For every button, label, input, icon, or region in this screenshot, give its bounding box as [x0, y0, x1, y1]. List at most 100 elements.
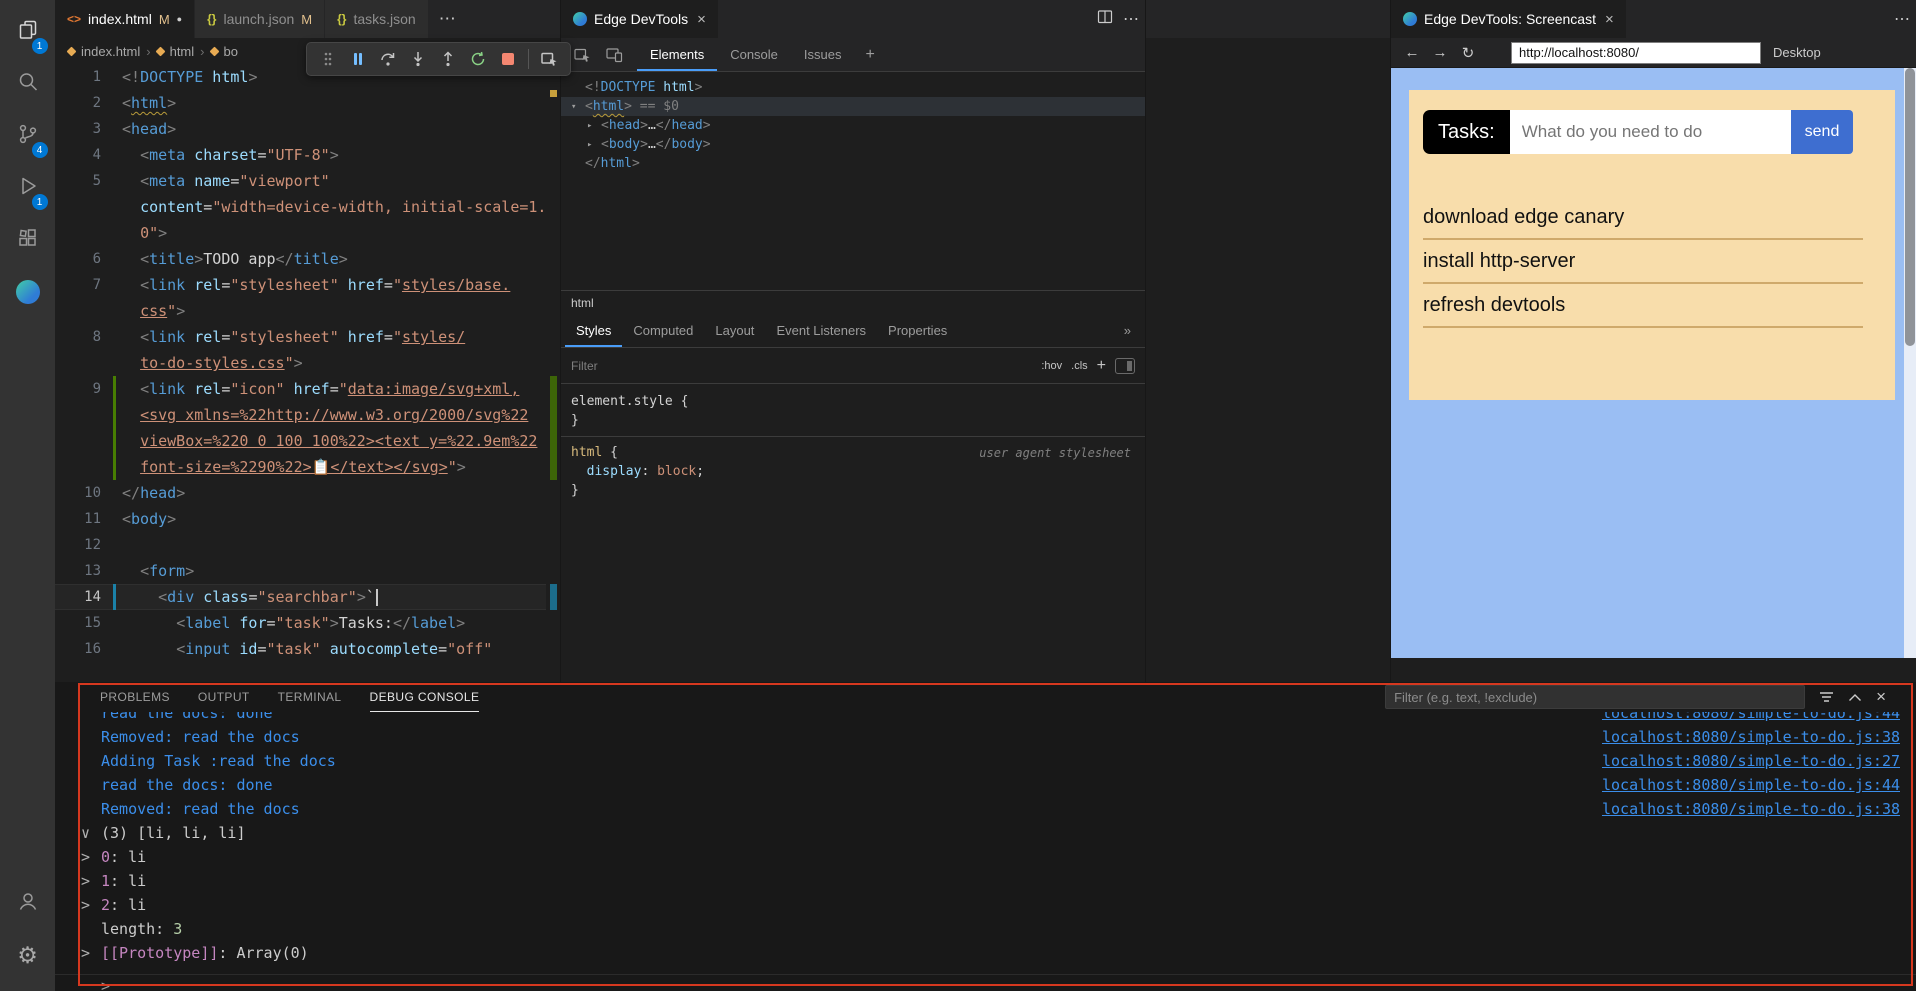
console-filter-input[interactable] [1385, 685, 1805, 709]
scrollbar-thumb[interactable] [1905, 68, 1915, 346]
drag-handle[interactable] [314, 45, 342, 73]
tab-styles[interactable]: Styles [565, 314, 622, 347]
code-editor[interactable]: 1<!DOCTYPE html>2<html>3<head>4 <meta ch… [55, 64, 546, 682]
inspect-element-icon[interactable] [567, 38, 597, 71]
style-rule-row[interactable]: display: block; [571, 462, 1135, 481]
step-into-button[interactable] [404, 45, 432, 73]
expand-arrow-icon[interactable]: ▸ [587, 117, 592, 136]
tab-output[interactable]: OUTPUT [198, 682, 250, 712]
todo-item[interactable]: install http-server [1423, 240, 1863, 284]
console-input-row[interactable]: > [55, 974, 1916, 991]
dirty-indicator[interactable]: ● [177, 14, 182, 24]
tab-debug-console[interactable]: DEBUG CONSOLE [370, 682, 480, 712]
tab-computed[interactable]: Computed [622, 314, 704, 347]
breadcrumb-file[interactable]: index.html [81, 44, 140, 59]
dom-tree[interactable]: <!DOCTYPE html>▾<html> == $0▸<head>…</he… [561, 72, 1145, 290]
send-button[interactable]: send [1791, 110, 1853, 154]
new-style-rule-icon[interactable]: + [1097, 357, 1106, 375]
tab-terminal[interactable]: TERMINAL [278, 682, 342, 712]
add-tool-icon[interactable]: + [854, 38, 885, 71]
overview-ruler[interactable] [546, 64, 560, 682]
devtools-tab-console[interactable]: Console [717, 38, 791, 71]
tab-layout[interactable]: Layout [704, 314, 765, 347]
forward-icon[interactable]: → [1431, 44, 1449, 61]
dom-tree-row[interactable]: ▸<body>…</body> [561, 135, 1145, 154]
devtools-tab-issues[interactable]: Issues [791, 38, 855, 71]
stop-button[interactable] [494, 45, 522, 73]
activity-source-control[interactable]: 4 [4, 110, 52, 162]
todo-item[interactable]: download edge canary [1423, 196, 1863, 240]
scrollbar[interactable] [1904, 68, 1916, 658]
todo-item[interactable]: refresh devtools [1423, 284, 1863, 328]
toggle-class-button[interactable]: .cls [1071, 360, 1088, 372]
tab-properties[interactable]: Properties [877, 314, 958, 347]
restart-button[interactable] [464, 45, 492, 73]
device-emulation-icon[interactable] [599, 38, 629, 71]
tab-problems[interactable]: PROBLEMS [100, 682, 170, 712]
split-editor-icon[interactable] [1097, 9, 1113, 30]
more-tabs-icon[interactable]: ⋯ [429, 9, 466, 29]
filter-options-icon[interactable] [1819, 691, 1834, 703]
task-input[interactable] [1510, 110, 1791, 154]
console-source-link[interactable]: localhost:8080/simple-to-do.js:38 [1602, 797, 1900, 821]
console-expand-chevron[interactable]: ∨ [81, 821, 90, 845]
step-over-button[interactable] [374, 45, 402, 73]
activity-run-debug[interactable]: 1 [4, 162, 52, 214]
console-source-link[interactable]: localhost:8080/simple-to-do.js:38 [1602, 725, 1900, 749]
tab-screencast[interactable]: Edge DevTools: Screencast × [1391, 0, 1627, 38]
dom-tree-row[interactable]: ▸<head>…</head> [561, 116, 1145, 135]
style-rule-row[interactable]: } [571, 481, 1135, 500]
style-rule-row[interactable]: } [571, 411, 1135, 430]
dom-tree-row[interactable]: ▾<html> == $0 [561, 97, 1145, 116]
breadcrumb-html[interactable]: html [170, 44, 195, 59]
dom-tree-row[interactable]: <!DOCTYPE html> [561, 78, 1145, 97]
console-expand-chevron[interactable]: > [81, 893, 90, 917]
style-rule-row[interactable]: element.style { [571, 392, 1135, 411]
tab-index-html[interactable]: <> index.html M ● [55, 0, 195, 38]
dom-breadcrumb-item[interactable]: html [571, 296, 594, 310]
back-icon[interactable]: ← [1403, 44, 1421, 61]
activity-extensions[interactable] [4, 214, 52, 266]
tab-tasks-json[interactable]: {} tasks.json [325, 0, 429, 38]
styles-filter-input[interactable] [571, 359, 1032, 373]
console-output: read the docs: donelocalhost:8080/simple… [55, 712, 1916, 965]
activity-search[interactable] [4, 58, 52, 110]
extensions-icon [16, 226, 40, 255]
activity-settings[interactable]: ⚙ [4, 929, 52, 981]
inspect-button[interactable] [535, 45, 563, 73]
tab-edge-devtools[interactable]: Edge DevTools × [561, 0, 719, 38]
console-source-link[interactable]: localhost:8080/simple-to-do.js:27 [1602, 749, 1900, 773]
reload-icon[interactable]: ↻ [1459, 44, 1477, 62]
overflow-tabs-icon[interactable]: » [1114, 314, 1141, 347]
activity-account[interactable] [4, 877, 52, 929]
close-icon[interactable]: × [697, 11, 706, 28]
expand-arrow-icon[interactable]: ▸ [587, 136, 592, 155]
tab-event-listeners[interactable]: Event Listeners [765, 314, 877, 347]
tab-launch-json[interactable]: {} launch.json M [195, 0, 325, 38]
toggle-hover-state-button[interactable]: :hov [1041, 360, 1062, 372]
breadcrumb-body[interactable]: bo [224, 44, 238, 59]
more-actions-icon[interactable]: ⋯ [1123, 9, 1139, 29]
close-icon[interactable]: × [1605, 11, 1614, 28]
dom-tree-row[interactable]: </html> [561, 154, 1145, 173]
code-line: 4 <meta charset="UTF-8"> [55, 142, 546, 168]
activity-edge-devtools[interactable] [4, 266, 52, 318]
url-input[interactable] [1511, 42, 1761, 64]
console-expand-chevron[interactable]: > [81, 941, 90, 965]
close-panel-icon[interactable]: × [1876, 687, 1886, 707]
console-source-link[interactable]: localhost:8080/simple-to-do.js:44 [1602, 773, 1900, 797]
expand-arrow-icon[interactable]: ▾ [571, 98, 576, 117]
device-mode-label[interactable]: Desktop [1773, 45, 1821, 60]
pause-button[interactable] [344, 45, 372, 73]
console-expand-chevron[interactable]: > [81, 845, 90, 869]
more-actions-icon[interactable]: ⋯ [1894, 9, 1910, 29]
console-expand-chevron[interactable]: > [81, 869, 90, 893]
toggle-sidebar-icon[interactable] [1115, 358, 1135, 374]
code-line: 3<head> [55, 116, 546, 142]
style-rule-row[interactable]: html {user agent stylesheet [571, 443, 1135, 462]
step-out-button[interactable] [434, 45, 462, 73]
activity-explorer[interactable]: 1 [4, 6, 52, 58]
maximize-panel-icon[interactable] [1848, 693, 1862, 702]
devtools-tab-elements[interactable]: Elements [637, 38, 717, 71]
styles-pane[interactable]: element.style {} html {user agent stylesh… [561, 384, 1145, 682]
